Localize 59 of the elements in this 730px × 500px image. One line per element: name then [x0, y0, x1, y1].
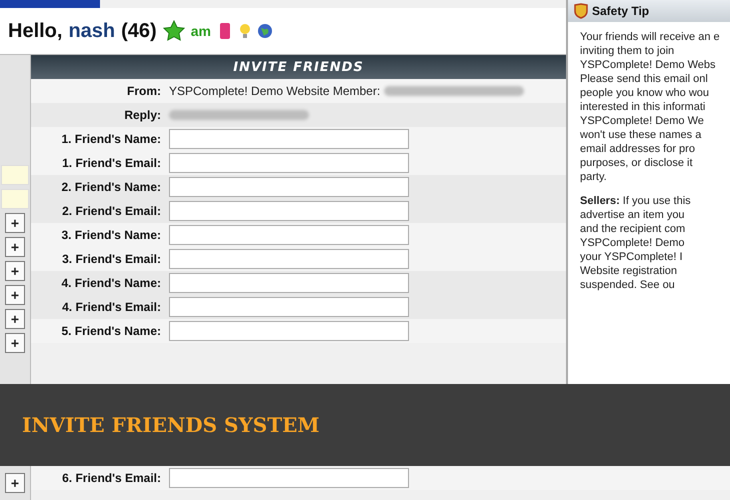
star-icon: [162, 20, 185, 42]
badge-text: am: [190, 23, 211, 39]
tip-text-line: email addresses for pro: [580, 142, 696, 156]
expand-button[interactable]: +: [5, 237, 25, 257]
expand-button[interactable]: +: [5, 213, 25, 233]
tip-text-line: party.: [580, 170, 608, 184]
expand-button[interactable]: +: [5, 333, 25, 353]
tip-text-line: Please send this email onl: [580, 72, 709, 86]
tip-text-line: advertise an item you: [580, 208, 686, 222]
tip-text-line: Your friends will receive an e: [580, 30, 721, 44]
input-field[interactable]: [169, 201, 409, 221]
input-field[interactable]: [169, 297, 409, 317]
tip-text-line: people you know who wou: [580, 86, 710, 100]
banner-title: INVITE FRIENDS SYSTEM: [22, 413, 320, 437]
from-value: YSPComplete! Demo Website Member:: [169, 84, 380, 98]
tip-text-line: Sellers: If you use this: [580, 194, 692, 208]
tip-text-line: won't use these names a: [580, 128, 702, 142]
field-label: 2. Friend's Name:: [60, 180, 162, 194]
field-label: Reply:: [123, 108, 162, 122]
expand-button[interactable]: +: [5, 309, 25, 329]
globe-icon: [256, 23, 273, 39]
tip-text-line: inviting them to join: [580, 44, 676, 58]
tip-text-line: interested in this informati: [580, 100, 706, 114]
input-field[interactable]: [169, 129, 409, 149]
field-label: 1. Friend's Name:: [60, 132, 162, 146]
field-label: 4. Friend's Email:: [61, 300, 162, 314]
tip-text-line: YSPComplete! Demo: [580, 236, 686, 250]
field-label: 1. Friend's Email:: [61, 156, 162, 170]
tip-text-line: YSPComplete! Demo We: [580, 114, 705, 128]
tip-text-line: and the recipient com: [580, 222, 686, 236]
field-label: 2. Friend's Email:: [61, 204, 162, 218]
lightbulb-icon: [238, 23, 251, 39]
tip-text-line: YSPComplete! Demo Webs: [580, 58, 717, 72]
input-field[interactable]: [169, 321, 409, 341]
input-field[interactable]: [169, 273, 409, 293]
expand-button[interactable]: +: [5, 285, 25, 305]
panel-title: Safety Tip: [592, 4, 650, 18]
input-field[interactable]: [169, 468, 409, 488]
tip-text-line: suspended. See ou: [580, 278, 676, 292]
username-link[interactable]: nash: [68, 20, 116, 42]
field-label: 3. Friend's Email:: [61, 252, 162, 266]
tip-text-line: purposes, or disclose it: [580, 156, 694, 170]
input-field[interactable]: [169, 153, 409, 173]
input-field[interactable]: [169, 225, 409, 245]
field-label: 3. Friend's Name:: [60, 228, 162, 242]
field-label: 6. Friend's Email:: [61, 471, 162, 485]
expand-button[interactable]: +: [5, 261, 25, 281]
input-field[interactable]: [169, 249, 409, 269]
greeting-text: Hello,: [8, 20, 62, 42]
field-label: 5. Friend's Name:: [60, 324, 162, 338]
input-field[interactable]: [169, 177, 409, 197]
score-text: (46): [121, 20, 157, 42]
form-title: INVITE FRIENDS: [233, 60, 364, 74]
field-label: 4. Friend's Name:: [60, 276, 162, 290]
tip-text-line: Website registration: [580, 264, 678, 278]
field-label: From:: [126, 84, 162, 98]
expand-button[interactable]: +: [5, 473, 25, 493]
tip-text-line: your YSPComplete! I: [580, 250, 684, 264]
shield-icon: [574, 3, 588, 19]
